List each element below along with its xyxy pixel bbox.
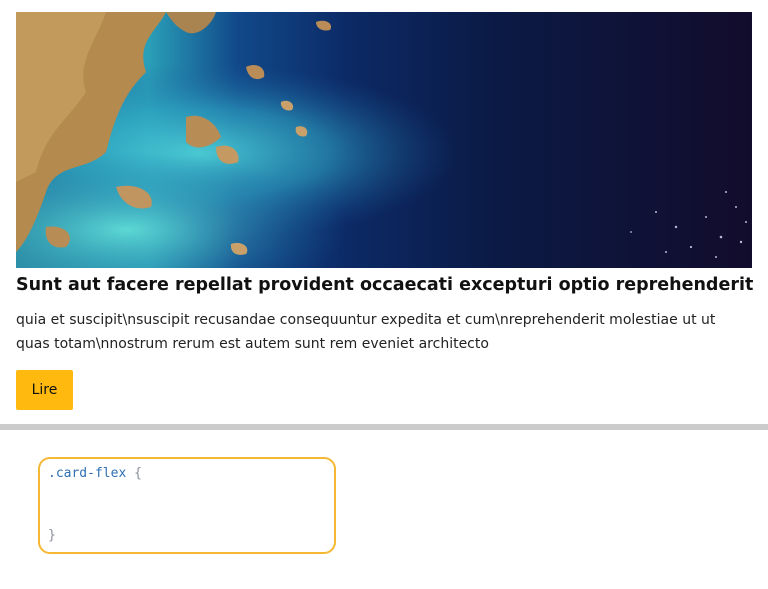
close-brace: } <box>48 528 56 543</box>
divider <box>0 424 768 430</box>
css-code-editor[interactable]: .card-flex { } <box>38 457 336 554</box>
open-brace: { <box>134 466 142 481</box>
code-line-open: .card-flex { <box>48 465 326 483</box>
card: Sunt aut facere repellat provident occae… <box>16 12 754 410</box>
card-title: Sunt aut facere repellat provident occae… <box>16 275 754 295</box>
card-body-text: quia et suscipit\nsuscipit recusandae co… <box>16 312 716 352</box>
css-selector: .card-flex <box>48 466 127 481</box>
read-button[interactable]: Lire <box>16 370 73 410</box>
card-image <box>16 12 752 268</box>
